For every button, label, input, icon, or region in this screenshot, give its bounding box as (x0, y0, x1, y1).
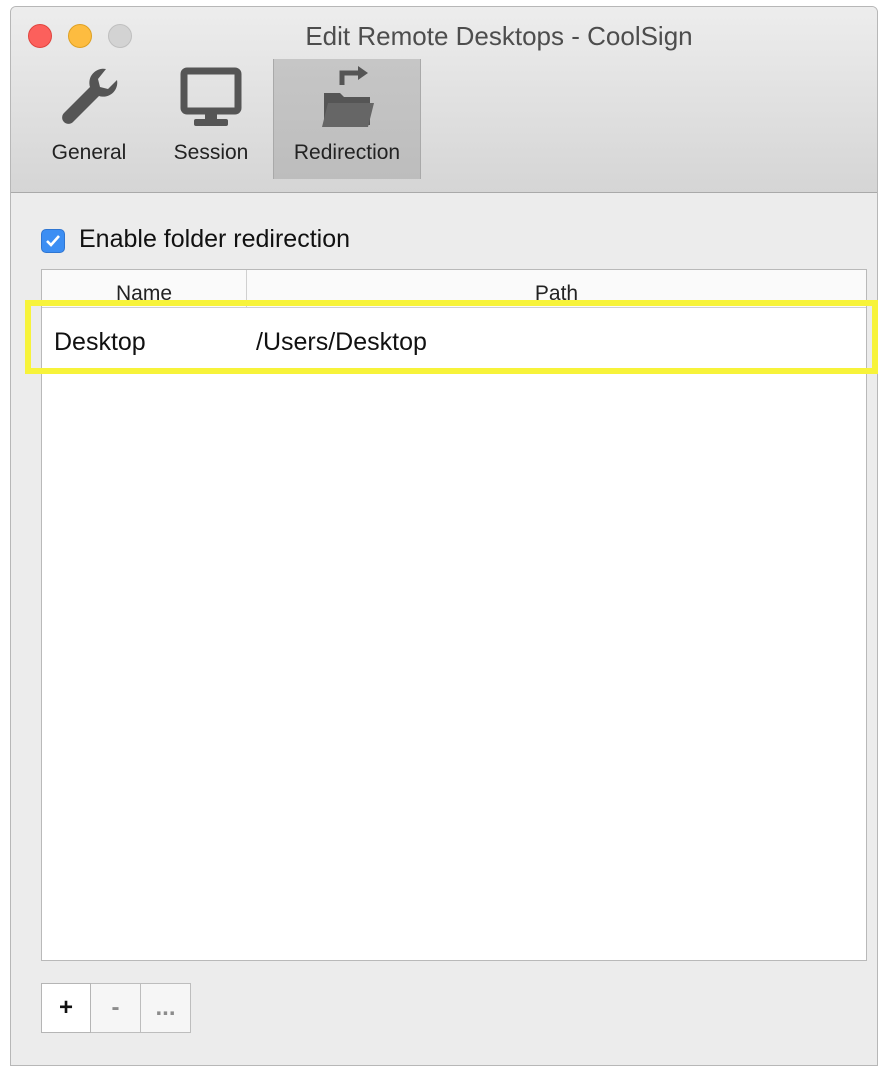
tab-general[interactable]: General (39, 59, 139, 179)
tab-session[interactable]: Session (161, 59, 261, 179)
table-button-group: + - ... (41, 983, 191, 1033)
tab-redirection[interactable]: Redirection (273, 59, 421, 179)
more-options-button[interactable]: ... (141, 983, 191, 1033)
window: Edit Remote Desktops - CoolSign General … (10, 6, 878, 1066)
folder-redirect-icon (312, 63, 382, 138)
enable-folder-redirection-checkbox[interactable] (41, 229, 65, 253)
redirection-table: Name Path Desktop /Users/Desktop (41, 269, 867, 961)
table-row[interactable]: Desktop /Users/Desktop (42, 310, 866, 372)
column-header-name[interactable]: Name (42, 282, 246, 306)
titlebar: Edit Remote Desktops - CoolSign General … (11, 7, 877, 193)
monitor-icon (176, 63, 246, 138)
enable-folder-redirection-label: Enable folder redirection (79, 225, 350, 253)
window-title: Edit Remote Desktops - CoolSign (305, 21, 693, 51)
row-path-cell: /Users/Desktop (256, 328, 427, 356)
checkmark-icon (46, 235, 60, 247)
table-header: Name Path (42, 270, 866, 308)
column-header-path[interactable]: Path (247, 282, 866, 306)
tab-general-label: General (51, 141, 127, 164)
row-name-cell: Desktop (54, 328, 146, 356)
remove-button[interactable]: - (91, 983, 141, 1033)
wrench-icon (54, 63, 124, 138)
tab-session-label: Session (173, 141, 249, 164)
tab-redirection-label: Redirection (293, 141, 401, 164)
add-button[interactable]: + (41, 983, 91, 1033)
